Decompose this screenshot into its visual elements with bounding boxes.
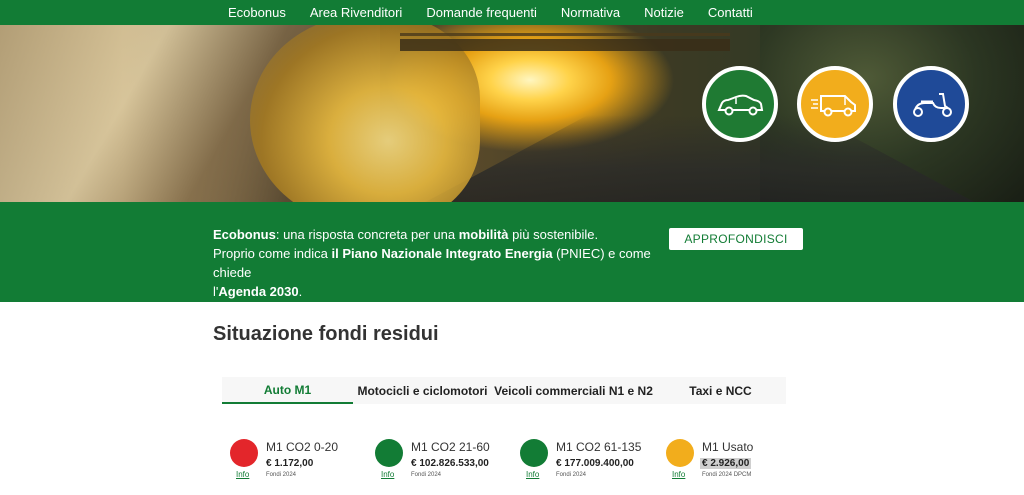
top-navigation: Ecobonus Area Rivenditori Domande freque… <box>0 0 1024 25</box>
funds-tabs: Auto M1 Motocicli e ciclomotori Veicoli … <box>222 377 786 404</box>
fund-info-link[interactable]: Info <box>672 470 685 479</box>
fund-sub: Fondi 2024 <box>556 472 587 478</box>
fund-status-dot <box>520 439 548 467</box>
hero-background-bridge-rail <box>400 33 730 36</box>
info-strong-pniec: il Piano Nazionale Integrato Energia <box>331 246 553 261</box>
nav-item-normativa[interactable]: Normativa <box>549 5 632 20</box>
info-strong-mobilita: mobilità <box>458 227 509 242</box>
info-strong-ecobonus: Ecobonus <box>213 227 276 242</box>
info-band-text: Ecobonus: una risposta concreta per una … <box>213 225 653 301</box>
approfondisci-button[interactable]: APPROFONDISCI <box>669 228 803 250</box>
van-icon <box>811 95 856 117</box>
tab-auto-m1[interactable]: Auto M1 <box>222 377 353 404</box>
hero-background-bridge <box>400 39 730 51</box>
nav-list: Ecobonus Area Rivenditori Domande freque… <box>216 0 765 25</box>
tab-veicoli-commerciali[interactable]: Veicoli commerciali N1 e N2 <box>492 377 655 404</box>
fund-amount: € 1.172,00 <box>266 458 314 469</box>
fund-info-link[interactable]: Info <box>236 470 249 479</box>
fund-card: M1 CO2 21-60 € 102.826.533,00 Fondi 2024… <box>375 438 505 490</box>
car-category-button[interactable] <box>702 66 778 142</box>
fund-name: M1 CO2 21-60 <box>411 440 490 454</box>
fund-info-link[interactable]: Info <box>381 470 394 479</box>
info-band: Ecobonus: una risposta concreta per una … <box>0 202 1024 302</box>
fund-card: M1 Usato € 2.926,00 Fondi 2024 DPCM Info <box>666 438 796 490</box>
fund-info-link[interactable]: Info <box>526 470 539 479</box>
nav-item-area-rivenditori[interactable]: Area Rivenditori <box>298 5 415 20</box>
fund-sub: Fondi 2024 <box>266 472 297 478</box>
van-category-button[interactable] <box>797 66 873 142</box>
fund-card: M1 CO2 0-20 € 1.172,00 Fondi 2024 Info <box>230 438 360 490</box>
car-icon <box>717 94 764 116</box>
fund-status-dot <box>666 439 694 467</box>
tab-motocicli[interactable]: Motocicli e ciclomotori <box>353 377 492 404</box>
nav-item-notizie[interactable]: Notizie <box>632 5 696 20</box>
fund-amount: € 177.009.400,00 <box>556 458 634 469</box>
fund-name: M1 CO2 61-135 <box>556 440 642 454</box>
hero-banner <box>0 25 1024 202</box>
nav-item-domande-frequenti[interactable]: Domande frequenti <box>414 5 549 20</box>
info-text-2a: Proprio come indica <box>213 246 332 261</box>
fund-amount: € 2.926,00 <box>700 458 752 469</box>
fund-sub: Fondi 2024 DPCM <box>702 472 752 478</box>
fund-sub: Fondi 2024 <box>411 472 442 478</box>
info-strong-agenda: Agenda 2030 <box>218 284 299 299</box>
hero-background-mirror <box>250 25 480 202</box>
fund-status-dot <box>230 439 258 467</box>
nav-item-contatti[interactable]: Contatti <box>696 5 765 20</box>
fund-amount: € 102.826.533,00 <box>411 458 489 469</box>
tab-taxi-ncc[interactable]: Taxi e NCC <box>655 377 786 404</box>
nav-item-ecobonus[interactable]: Ecobonus <box>216 5 298 20</box>
fund-card: M1 CO2 61-135 € 177.009.400,00 Fondi 202… <box>520 438 650 490</box>
info-text-3b: . <box>298 284 303 299</box>
fund-status-dot <box>375 439 403 467</box>
scooter-category-button[interactable] <box>893 66 969 142</box>
scooter-icon <box>913 93 952 117</box>
info-text-1b: più sostenibile. <box>508 227 599 242</box>
funds-section-title: Situazione fondi residui <box>213 323 439 345</box>
fund-name: M1 Usato <box>702 440 754 454</box>
fund-name: M1 CO2 0-20 <box>266 440 339 454</box>
info-text-1a: : una risposta concreta per una <box>275 227 459 242</box>
